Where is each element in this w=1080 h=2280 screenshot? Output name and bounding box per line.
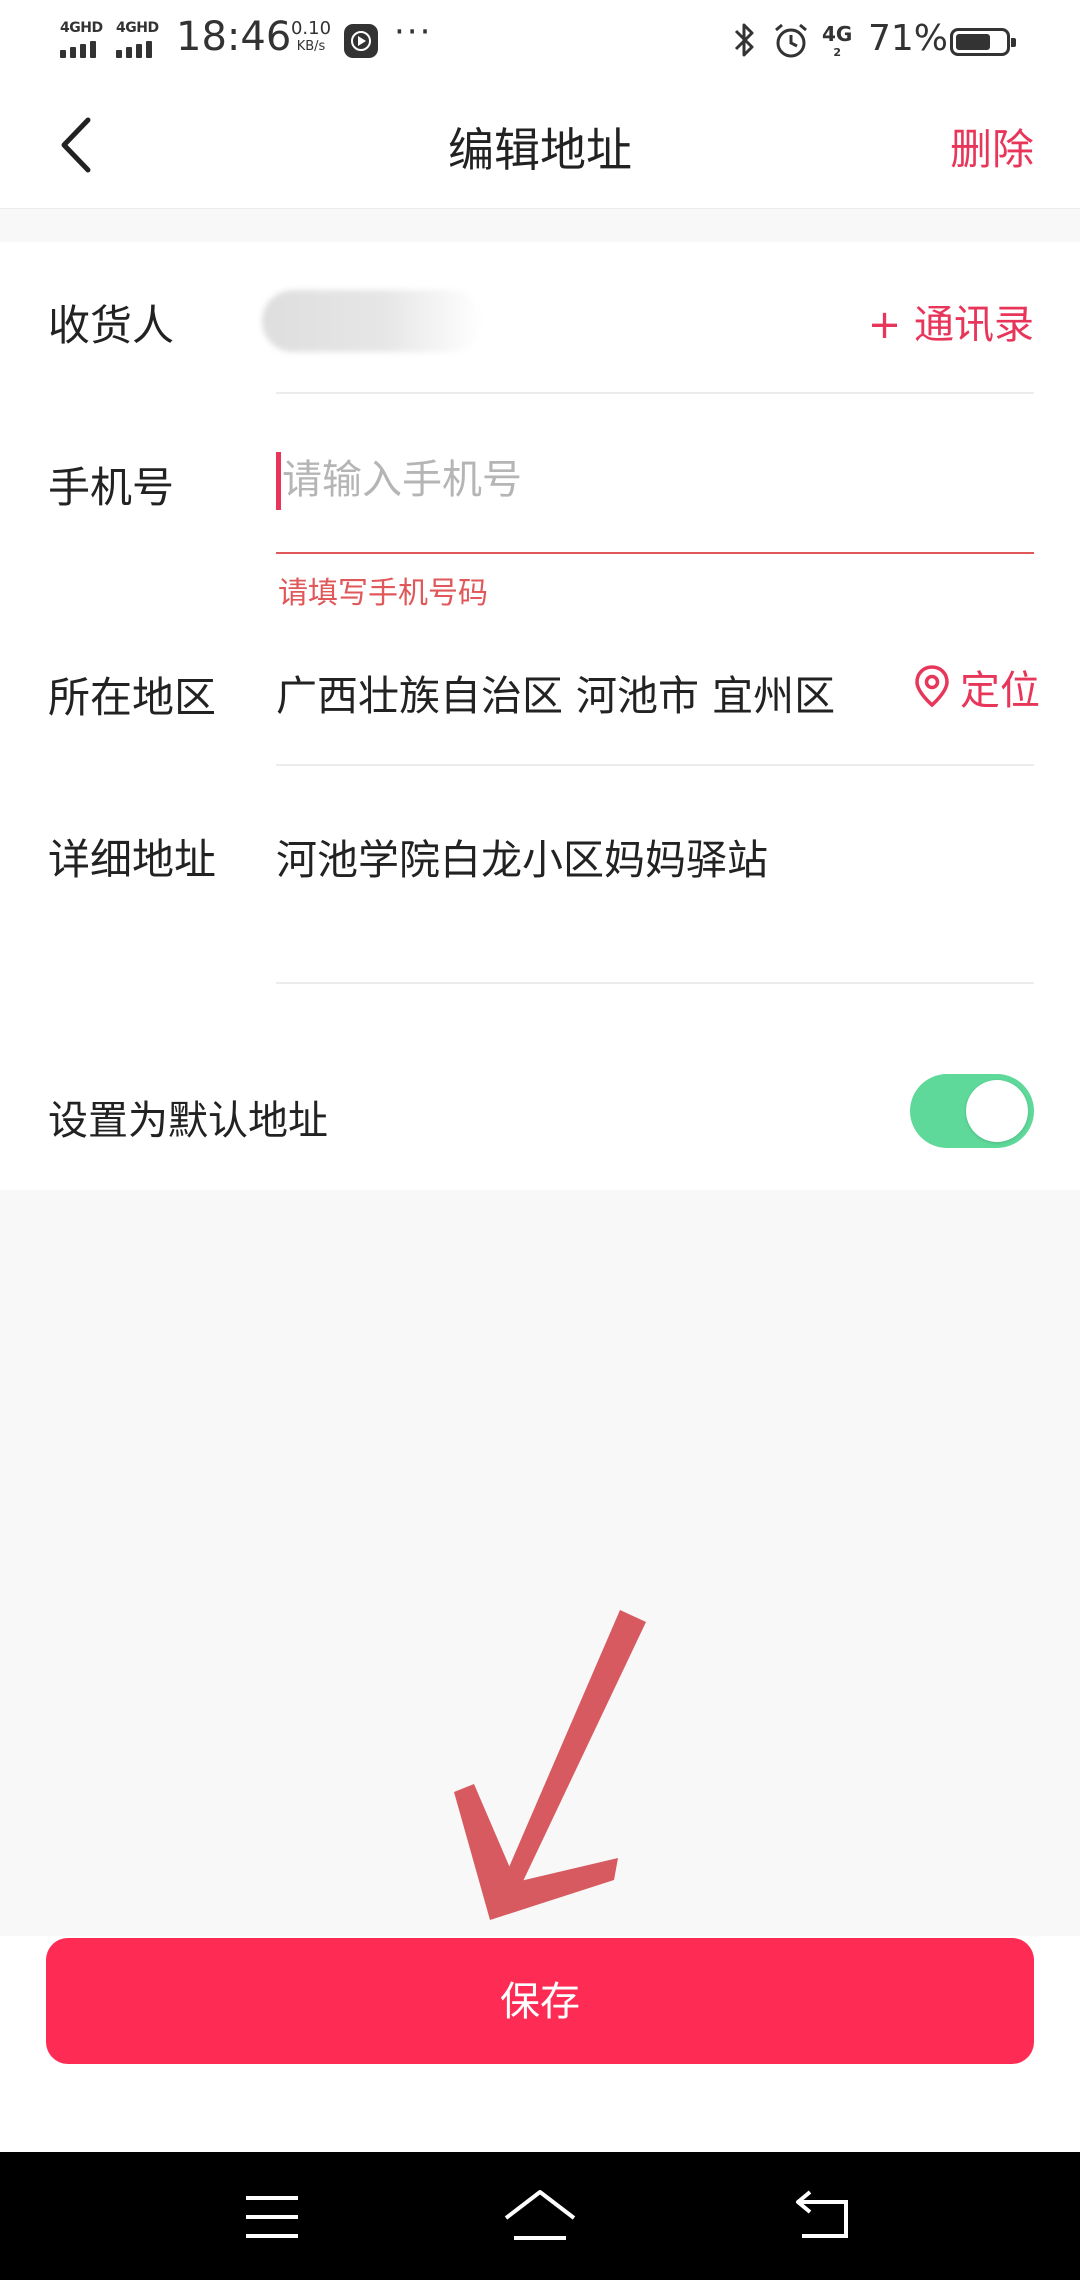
phone-divider-error <box>276 552 1034 554</box>
network-speed-unit: KB/s <box>296 39 326 54</box>
signal-icon-2: 4GHD <box>116 20 164 60</box>
alarm-icon <box>775 23 807 58</box>
divider <box>276 982 1034 984</box>
home-icon <box>504 2190 576 2240</box>
phone-input[interactable] <box>276 450 1022 510</box>
phone-label: 手机号 <box>48 463 175 512</box>
address-form: 收货人 + 通讯录 手机号 请填写手机号码 所在地区 广西壮族自治区 河池市 宜… <box>0 242 1080 1190</box>
default-address-label: 设置为默认地址 <box>48 1098 328 1144</box>
divider <box>276 764 1034 766</box>
recipient-name-blurred[interactable] <box>262 290 482 352</box>
network-type-label: 4GHD <box>60 20 103 36</box>
arrow-annotation-icon <box>454 1610 646 1920</box>
default-address-toggle[interactable] <box>910 1074 1034 1148</box>
locate-button[interactable]: 定位 <box>914 658 1040 714</box>
mobile-data-sub-label: 2 <box>833 46 841 59</box>
signal-icon: 4GHD <box>60 20 108 60</box>
battery-percent: 71% <box>868 18 949 59</box>
contacts-button[interactable]: + 通讯录 <box>868 292 1034 350</box>
network-speed: 0.10 KB/s <box>286 20 336 56</box>
locate-label: 定位 <box>960 668 1040 714</box>
phone-error-message: 请填写手机号码 <box>278 576 488 611</box>
media-app-icon <box>344 24 378 58</box>
system-navigation-bar <box>0 2152 1080 2280</box>
home-button[interactable] <box>500 2182 580 2252</box>
page-title: 编辑地址 <box>448 123 632 177</box>
divider <box>276 392 1034 394</box>
toggle-knob <box>966 1080 1028 1142</box>
detail-address-label: 详细地址 <box>48 835 217 884</box>
save-button[interactable]: 保存 <box>46 1938 1034 2064</box>
clock: 18:46 <box>176 14 292 60</box>
network-type-label-2: 4GHD <box>116 20 159 36</box>
location-pin-icon <box>915 665 949 708</box>
detail-address-input[interactable]: 河池学院白龙小区妈妈驿站 <box>276 826 768 886</box>
region-value[interactable]: 广西壮族自治区 河池市 宜州区 <box>276 662 904 722</box>
recipient-label: 收货人 <box>48 301 175 350</box>
header: 编辑地址 删除 <box>0 80 1080 209</box>
status-bar: 4GHD 4GHD 18:46 0.10 KB/s ··· 4G 2 71% <box>0 0 1080 80</box>
mobile-data-icon: 4G 2 <box>822 22 852 59</box>
bluetooth-icon <box>734 23 754 57</box>
region-label: 所在地区 <box>48 673 217 722</box>
back-icon <box>796 2190 848 2238</box>
battery-icon <box>950 28 1016 56</box>
more-notifications-icon: ··· <box>394 12 433 52</box>
network-speed-value: 0.10 <box>290 18 332 39</box>
menu-button[interactable] <box>232 2182 312 2252</box>
menu-icon <box>246 2196 298 2238</box>
delete-button[interactable]: 删除 <box>950 116 1034 177</box>
system-back-button[interactable] <box>784 2182 864 2252</box>
mobile-data-label: 4G <box>822 22 853 46</box>
